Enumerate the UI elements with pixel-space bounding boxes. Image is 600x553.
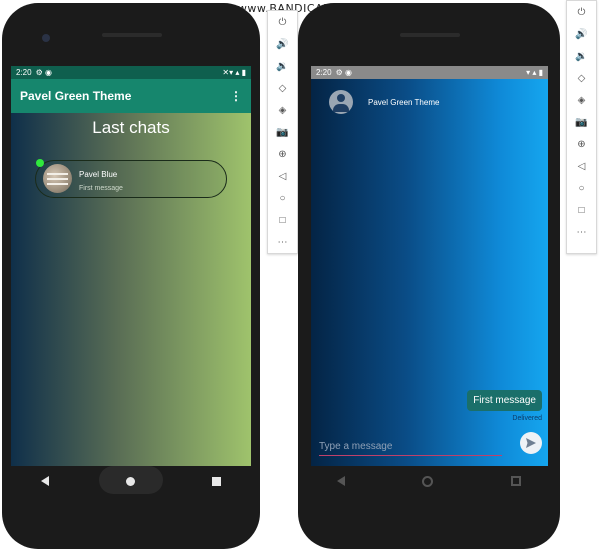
chat-list-screen: Last chats Pavel Blue First message [11,113,251,466]
back-icon[interactable] [336,476,345,486]
left-screen: 2:20 ⚙ ◉ ✕▾ ▴ ▮ Pavel Green Theme ⋮ Last… [11,66,251,466]
camera-icon[interactable]: 📷 [567,111,596,133]
power-icon[interactable]: ⏻ [567,1,596,23]
rotate-left-icon[interactable]: ◇ [567,67,596,89]
overview-icon[interactable] [511,476,522,486]
status-icons-right: ✕▾ ▴ ▮ [222,68,246,77]
status-time: 2:20 [16,68,32,77]
status-bar: 2:20 ⚙ ◉ ▾ ▴ ▮ [311,66,548,79]
avatar [43,164,72,193]
right-device: 2:20 ⚙ ◉ ▾ ▴ ▮ Pavel Green Theme First m… [298,3,560,549]
page-title: Last chats [92,118,170,137]
camera-icon [42,34,50,42]
earpiece [102,33,162,37]
status-icons-left: ⚙ ◉ [335,68,352,77]
contact-name: Pavel Green Theme [368,98,440,107]
status-bar: 2:20 ⚙ ◉ ✕▾ ▴ ▮ [11,66,251,79]
volume-up-icon[interactable]: 🔊 [268,33,297,55]
navigation-bar [298,466,560,496]
rotate-right-icon[interactable]: ◈ [268,99,297,121]
power-icon[interactable]: ⏻ [268,11,297,33]
volume-down-icon[interactable]: 🔉 [567,45,596,67]
rotate-right-icon[interactable]: ◈ [567,89,596,111]
volume-down-icon[interactable]: 🔉 [268,55,297,77]
emulator-toolbar-left: ⏻ 🔊 🔉 ◇ ◈ 📷 ⊕ ◁ ○ □ ⋯ [267,10,298,254]
home-icon[interactable]: ○ [268,187,297,209]
message-input[interactable]: Type a message [319,438,502,456]
overflow-menu-icon[interactable]: ⋮ [230,89,242,103]
home-icon[interactable]: ○ [567,177,596,199]
back-icon[interactable]: ◁ [567,155,596,177]
more-icon[interactable]: ⋯ [268,231,297,253]
chat-contact-name: Pavel Blue [79,170,118,179]
chat-last-message: First message [79,185,123,192]
overview-icon[interactable] [212,476,222,486]
status-icons-right: ▾ ▴ ▮ [526,68,543,77]
status-time: 2:20 [316,68,332,77]
right-screen: 2:20 ⚙ ◉ ▾ ▴ ▮ Pavel Green Theme First m… [311,66,548,466]
chat-list-item[interactable]: Pavel Blue First message [35,159,227,198]
message-bubble: First message [467,390,542,411]
conversation-screen: Pavel Green Theme First message Delivere… [311,79,548,466]
rotate-left-icon[interactable]: ◇ [268,77,297,99]
emulator-toolbar-right: ⏻ 🔊 🔉 ◇ ◈ 📷 ⊕ ◁ ○ □ ⋯ [566,0,597,254]
online-indicator [36,159,44,167]
status-icons-left: ⚙ ◉ [35,68,52,77]
back-icon[interactable] [40,476,49,486]
avatar [329,90,353,114]
home-icon[interactable] [422,475,434,487]
camera-icon[interactable]: 📷 [268,121,297,143]
home-icon[interactable] [125,476,135,486]
more-icon[interactable]: ⋯ [567,221,596,243]
volume-up-icon[interactable]: 🔊 [567,23,596,45]
send-icon [526,438,536,448]
zoom-icon[interactable]: ⊕ [268,143,297,165]
zoom-icon[interactable]: ⊕ [567,133,596,155]
overview-icon[interactable]: □ [268,209,297,231]
navigation-bar [2,466,260,496]
back-icon[interactable]: ◁ [268,165,297,187]
app-bar: Pavel Green Theme ⋮ [11,79,251,113]
left-device: 2:20 ⚙ ◉ ✕▾ ▴ ▮ Pavel Green Theme ⋮ Last… [2,3,260,549]
app-title: Pavel Green Theme [20,89,132,103]
earpiece [400,33,460,37]
send-button[interactable] [520,432,542,454]
message-status: Delivered [512,415,542,422]
overview-icon[interactable]: □ [567,199,596,221]
